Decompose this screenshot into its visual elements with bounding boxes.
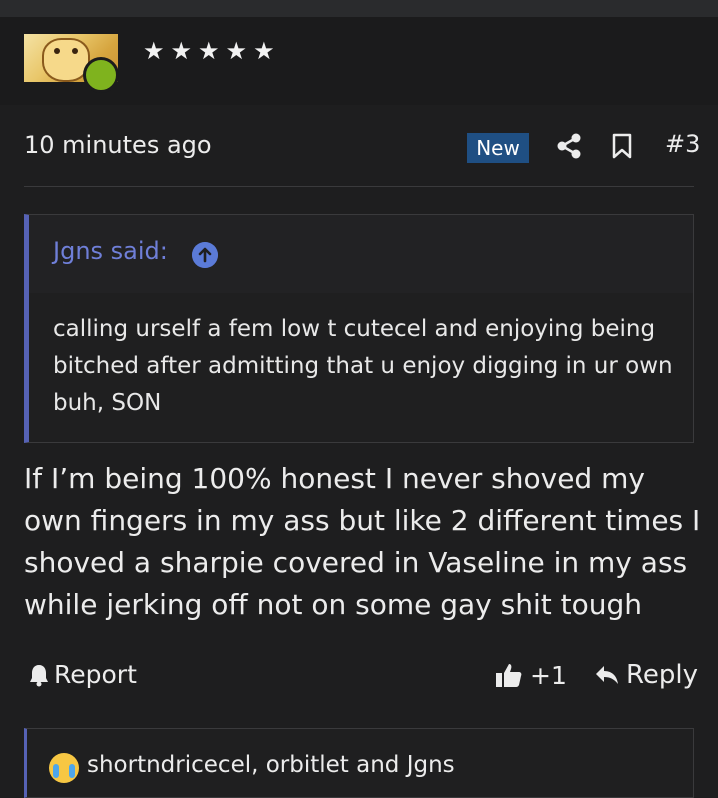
quote-text: calling urself a fem low t cutecel and e… [53,316,673,416]
post-number-link[interactable]: #3 [665,130,700,158]
reply-button[interactable]: Reply [594,660,698,690]
quote-author-link[interactable]: Jgns said: [53,237,168,265]
quote-block: Jgns said: calling urself a fem low t cu… [24,214,694,443]
like-count: +1 [530,660,567,690]
thumbs-up-icon [496,664,522,687]
tear-right [69,764,75,778]
share-icon[interactable] [556,132,582,160]
reply-label: Reply [626,660,699,690]
reply-icon [596,666,618,684]
post-time[interactable]: 10 minutes ago [24,131,212,159]
crying-face-icon [49,753,79,783]
user-rating-stars: ★★★★★ [143,37,281,65]
tear-left [53,764,59,778]
user-block: ★★★★★ [0,17,718,123]
divider [24,186,694,187]
post-meta: 10 minutes ago New #3 [0,120,718,172]
reaction-users[interactable]: shortndricecel, orbitlet and Jgns [87,752,455,778]
online-status-dot [83,57,119,93]
bell-icon [30,664,48,686]
avatar-eye [54,48,60,54]
post-actions: Report +1 Reply [0,655,718,700]
bookmark-icon[interactable] [609,132,635,160]
report-button[interactable]: Report [28,660,137,689]
like-button[interactable]: +1 [494,660,567,690]
reactions-bar[interactable]: shortndricecel, orbitlet and Jgns [24,728,694,798]
post-body: If I’m being 100% honest I never shoved … [24,462,701,621]
arrow-up-icon[interactable] [192,242,218,268]
top-bar [0,0,718,17]
avatar-eye [72,48,78,54]
new-badge: New [467,133,529,163]
report-label: Report [54,660,137,689]
quote-header: Jgns said: [29,215,693,293]
